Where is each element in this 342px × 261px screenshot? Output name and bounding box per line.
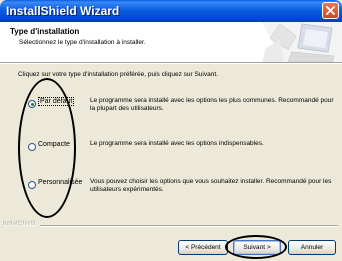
- next-button[interactable]: Suivant >: [233, 240, 281, 255]
- radio-default[interactable]: [28, 100, 36, 108]
- close-button[interactable]: [322, 2, 339, 19]
- option-compact[interactable]: Compacte Le programme sera installé avec…: [26, 140, 336, 164]
- radio-custom[interactable]: [28, 181, 36, 189]
- back-button[interactable]: < Précédent: [178, 240, 228, 255]
- option-description-custom: Vous pouvez choisir les options que vous…: [90, 178, 332, 193]
- option-label-default[interactable]: Par défaut: [38, 97, 75, 106]
- computer-graphic-icon: [262, 22, 342, 62]
- option-description-default: Le programme sera installé avec les opti…: [90, 97, 334, 112]
- option-label-compact[interactable]: Compacte: [38, 141, 70, 148]
- radio-compact[interactable]: [28, 143, 36, 151]
- header-divider-highlight: [0, 63, 342, 64]
- title-bar[interactable]: InstallShield Wizard: [0, 0, 342, 22]
- option-description-compact: Le programme sera installé avec les opti…: [90, 140, 264, 147]
- header-title: Type d'installation: [10, 27, 80, 36]
- option-default[interactable]: Par défaut Le programme sera installé av…: [26, 97, 336, 121]
- cancel-button[interactable]: Annuler: [288, 240, 336, 255]
- option-label-custom[interactable]: Personnalisée: [38, 179, 82, 186]
- installshield-brand: InstallShield: [4, 222, 37, 228]
- option-custom[interactable]: Personnalisée Vous pouvez choisir les op…: [26, 178, 336, 202]
- instruction-text: Cliquez sur votre type d'installation pr…: [18, 71, 218, 78]
- header-subtitle: Sélectionnez le type d'installation à in…: [19, 39, 146, 46]
- installshield-window: InstallShield Wizard Type d'installation…: [0, 0, 342, 261]
- window-title: InstallShield Wizard: [6, 4, 120, 18]
- close-icon: [326, 6, 335, 15]
- footer-divider-highlight: [40, 226, 338, 227]
- header-panel: Type d'installation Sélectionnez le type…: [0, 22, 342, 62]
